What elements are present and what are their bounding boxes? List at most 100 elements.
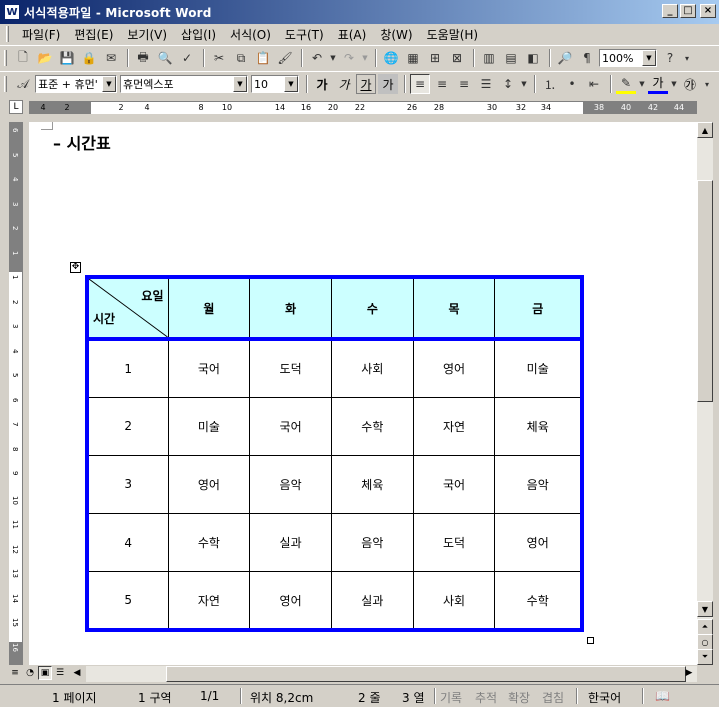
period-cell[interactable]: 4	[86, 513, 169, 573]
menu-table[interactable]: 표(A)	[331, 26, 374, 43]
decrease-indent-icon[interactable]: ⇤	[584, 74, 604, 94]
subject-cell[interactable]: 도덕	[249, 338, 332, 398]
spelling-icon[interactable]: ✓	[177, 48, 197, 68]
period-cell[interactable]: 1	[86, 338, 169, 398]
close-button[interactable]: ×	[700, 4, 716, 18]
vertical-scrollbar[interactable]: ▲ ▼ ⏶ ○ ⏷	[697, 122, 713, 665]
minimize-button[interactable]: _	[662, 4, 678, 18]
align-center-icon[interactable]: ≡	[432, 74, 452, 94]
menu-tools[interactable]: 도구(T)	[278, 26, 331, 43]
paste-icon[interactable]: 📋	[253, 48, 273, 68]
scroll-right-icon[interactable]: ▶	[682, 666, 696, 680]
day-header-cell[interactable]: 금	[494, 276, 583, 340]
status-record[interactable]: 기록	[440, 689, 462, 706]
period-cell[interactable]: 2	[86, 396, 169, 456]
subject-cell[interactable]: 국어	[412, 454, 496, 515]
browse-object-icon[interactable]: ○	[697, 634, 713, 650]
print-preview-icon[interactable]: 🔍	[155, 48, 175, 68]
enclose-char-button[interactable]: ㉮	[680, 74, 700, 94]
show-hide-icon[interactable]: ¶	[577, 48, 597, 68]
undo-icon[interactable]: ↶	[307, 48, 327, 68]
tab-selector-icon[interactable]: L	[9, 100, 23, 114]
redo-icon[interactable]: ↷	[339, 48, 359, 68]
subject-cell[interactable]: 사회	[412, 571, 496, 631]
period-cell[interactable]: 5	[86, 571, 169, 631]
timetable[interactable]: 요일 시간 월 화 수 목 금 1 국어 도덕 사회 영어 미술 2 미술 국어…	[85, 275, 584, 632]
toolbar-options-icon[interactable]: ▾	[702, 74, 712, 94]
document-map-icon[interactable]: ◧	[523, 48, 543, 68]
undo-dropdown-icon[interactable]: ▼	[329, 48, 337, 68]
subject-cell[interactable]: 실과	[330, 571, 414, 631]
print-icon[interactable]: 🖶	[133, 48, 153, 68]
menu-insert[interactable]: 삽입(I)	[174, 26, 223, 43]
period-cell[interactable]: 3	[86, 454, 169, 515]
underline-button[interactable]: 가	[356, 74, 376, 94]
menu-view[interactable]: 보기(V)	[120, 26, 174, 43]
insert-table-icon[interactable]: ⊞	[425, 48, 445, 68]
scroll-left-icon[interactable]: ◀	[70, 666, 84, 680]
drawing-icon[interactable]: ▤	[501, 48, 521, 68]
table-resize-handle[interactable]	[587, 637, 594, 644]
toolbar-options-icon[interactable]: ▾	[682, 48, 692, 68]
distributed-icon[interactable]: ☰	[476, 74, 496, 94]
table-move-handle-icon[interactable]: ✥	[70, 262, 81, 273]
menubar-grip[interactable]	[6, 26, 9, 42]
subject-cell[interactable]: 수학	[330, 396, 414, 456]
columns-icon[interactable]: ▥	[479, 48, 499, 68]
highlight-dropdown-icon[interactable]: ▼	[638, 74, 646, 94]
zoom-combo[interactable]: 100% ▼	[599, 49, 657, 67]
subject-cell[interactable]: 실과	[249, 513, 332, 573]
subject-cell[interactable]: 체육	[330, 454, 414, 515]
print-layout-view-icon[interactable]: ▣	[38, 666, 52, 680]
horizontal-ruler[interactable]: 4 2 2 4 8 10 14 16 20 22 26 28 30 32 34 …	[29, 101, 697, 114]
format-painter-icon[interactable]: 🖌	[275, 48, 295, 68]
next-page-icon[interactable]: ⏷	[697, 649, 713, 665]
chevron-down-icon[interactable]: ▼	[102, 76, 116, 92]
chevron-down-icon[interactable]: ▼	[233, 76, 247, 92]
cut-icon[interactable]: ✂	[209, 48, 229, 68]
toolbar-grip[interactable]	[4, 76, 7, 92]
menu-format[interactable]: 서식(O)	[223, 26, 278, 43]
font-color-button[interactable]: 가	[648, 74, 668, 94]
subject-cell[interactable]: 음악	[249, 454, 332, 515]
scroll-down-icon[interactable]: ▼	[697, 601, 713, 617]
font-color-dropdown-icon[interactable]: ▼	[670, 74, 678, 94]
subject-cell[interactable]: 체육	[494, 396, 583, 456]
horizontal-scroll-thumb[interactable]	[166, 666, 686, 682]
subject-cell[interactable]: 수학	[167, 513, 251, 573]
help-icon[interactable]: ?	[660, 48, 680, 68]
subject-cell[interactable]: 사회	[330, 338, 414, 398]
toolbar-grip[interactable]	[4, 50, 7, 66]
status-extend[interactable]: 확장	[508, 689, 530, 706]
corner-header-cell[interactable]: 요일 시간	[86, 276, 169, 340]
subject-cell[interactable]: 음악	[494, 454, 583, 515]
day-header-cell[interactable]: 목	[412, 276, 496, 340]
subject-cell[interactable]: 수학	[494, 571, 583, 631]
subject-cell[interactable]: 영어	[494, 513, 583, 573]
char-shading-button[interactable]: 가	[378, 74, 398, 94]
bullets-icon[interactable]: •	[562, 74, 582, 94]
maximize-button[interactable]: □	[680, 4, 696, 18]
subject-cell[interactable]: 자연	[412, 396, 496, 456]
document-map-view-icon[interactable]: 🔎	[555, 48, 575, 68]
open-folder-icon[interactable]: 📂	[35, 48, 55, 68]
subject-cell[interactable]: 국어	[167, 338, 251, 398]
insert-excel-icon[interactable]: ⊠	[447, 48, 467, 68]
tables-borders-icon[interactable]: ▦	[403, 48, 423, 68]
subject-cell[interactable]: 미술	[494, 338, 583, 398]
word-app-icon[interactable]: W	[4, 4, 20, 20]
menu-file[interactable]: 파일(F)	[15, 26, 67, 43]
subject-cell[interactable]: 음악	[330, 513, 414, 573]
vertical-ruler[interactable]: 6 5 4 3 2 1 1 2 3 4 5 6 7 8 9 10 11 12 13 14 15 16	[9, 122, 23, 665]
scroll-up-icon[interactable]: ▲	[697, 122, 713, 138]
menu-edit[interactable]: 편집(E)	[67, 26, 120, 43]
outline-view-icon[interactable]: ☰	[53, 666, 67, 680]
copy-icon[interactable]: ⧉	[231, 48, 251, 68]
bold-button[interactable]: 가	[312, 74, 332, 94]
subject-cell[interactable]: 국어	[249, 396, 332, 456]
subject-cell[interactable]: 도덕	[412, 513, 496, 573]
menu-window[interactable]: 창(W)	[373, 26, 419, 43]
italic-button[interactable]: 가	[334, 74, 354, 94]
day-header-cell[interactable]: 월	[167, 276, 251, 340]
subject-cell[interactable]: 영어	[249, 571, 332, 631]
